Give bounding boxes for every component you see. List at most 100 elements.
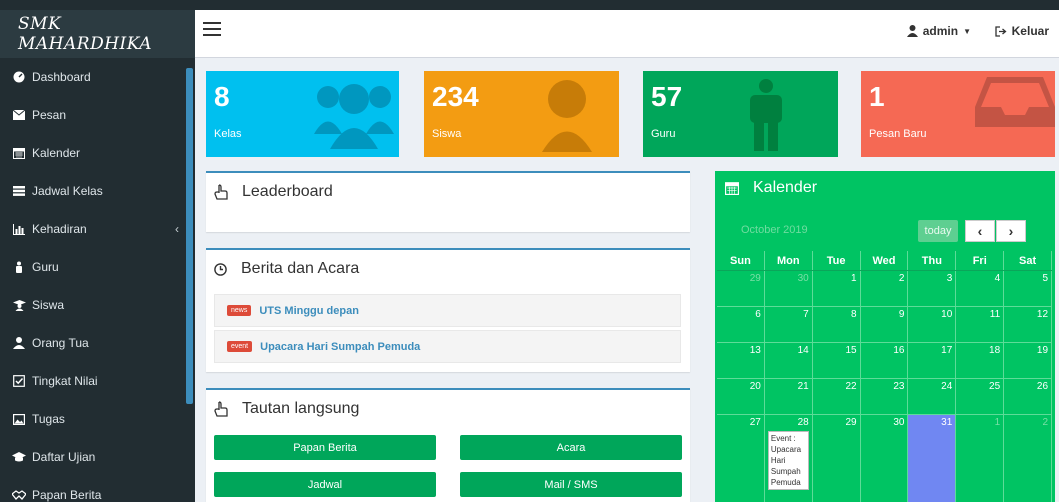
sidebar-item-papan-berita[interactable]: Papan Berita <box>0 476 195 502</box>
calendar-week: 20 21 22 23 24 25 26 <box>717 379 1053 415</box>
next-month-button[interactable]: › <box>996 220 1026 242</box>
stat-box-pesan-baru[interactable]: 1 Pesan Baru <box>861 71 1055 157</box>
calendar-day[interactable]: 2 <box>861 271 909 306</box>
user-icon <box>906 25 918 37</box>
top-strip <box>0 0 1059 10</box>
calendar-day[interactable]: 21 <box>765 379 813 414</box>
day-number: 30 <box>893 417 905 428</box>
calendar-day[interactable]: 16 <box>861 343 909 378</box>
calendar-day[interactable]: 3 <box>908 271 957 306</box>
weekday-label: Tue <box>813 251 861 270</box>
calendar-day[interactable]: 30 <box>765 271 813 306</box>
calendar-day[interactable]: 23 <box>861 379 909 414</box>
prev-month-button[interactable]: ‹ <box>965 220 995 242</box>
calendar-day[interactable]: 18 <box>956 343 1005 378</box>
calendar-day-today[interactable]: 31 <box>908 415 957 502</box>
calendar-day[interactable]: 19 <box>1004 343 1053 378</box>
calendar-day[interactable]: 25 <box>956 379 1005 414</box>
day-number: 23 <box>893 381 905 392</box>
news-title: Berita dan Acara <box>241 260 360 277</box>
calendar-day[interactable]: 27 <box>717 415 765 502</box>
papan-berita-button[interactable]: Papan Berita <box>214 435 436 460</box>
calendar-day[interactable]: 7 <box>765 307 813 342</box>
calendar-day[interactable]: 1 <box>813 271 861 306</box>
calendar-day[interactable]: 20 <box>717 379 765 414</box>
sidebar-item-kalender[interactable]: Kalender <box>0 134 195 172</box>
stat-value: 234 <box>432 81 479 112</box>
news-link[interactable]: UTS Minggu depan <box>259 305 359 317</box>
calendar-day[interactable]: 22 <box>813 379 861 414</box>
weekday-label: Sun <box>717 251 765 270</box>
sidebar-item-pesan[interactable]: Pesan <box>0 96 195 134</box>
news-item[interactable]: event Upacara Hari Sumpah Pemuda <box>214 330 681 363</box>
calendar-day[interactable]: 17 <box>908 343 957 378</box>
calendar-day[interactable]: 24 <box>908 379 957 414</box>
sidebar-item-label: Dashboard <box>32 70 91 84</box>
user-menu[interactable]: admin ▼ <box>906 24 971 38</box>
day-number: 20 <box>749 381 761 392</box>
calendar-day[interactable]: 11 <box>956 307 1005 342</box>
calendar-day[interactable]: 8 <box>813 307 861 342</box>
stat-label: Siswa <box>432 128 462 140</box>
calendar-day[interactable]: 2 <box>1004 415 1053 502</box>
news-item[interactable]: news UTS Minggu depan <box>214 294 681 327</box>
day-number: 4 <box>994 273 1001 284</box>
day-number: 12 <box>1036 309 1049 320</box>
calendar-day[interactable]: 12 <box>1004 307 1053 342</box>
leaderboard-title: Leaderboard <box>242 183 333 200</box>
weekday-label: Mon <box>765 251 813 270</box>
sidebar-item-tingkat-nilai[interactable]: Tingkat Nilai <box>0 362 195 400</box>
acara-button[interactable]: Acara <box>460 435 682 460</box>
user-icon <box>542 80 592 152</box>
calendar-day[interactable]: 1 <box>956 415 1005 502</box>
chevron-left-icon[interactable]: ‹ <box>175 222 179 236</box>
day-number: 29 <box>749 273 761 284</box>
day-number: 18 <box>989 345 1001 356</box>
stat-box-kelas[interactable]: 8 Kelas <box>206 71 399 157</box>
calendar-day[interactable]: 4 <box>956 271 1005 306</box>
day-number: 1 <box>994 417 1001 428</box>
sidebar-item-guru[interactable]: Guru <box>0 248 195 286</box>
stat-label: Pesan Baru <box>869 128 927 140</box>
brand-logo[interactable]: SMK MAHARDHIKA <box>0 10 195 58</box>
menu-toggle-icon[interactable] <box>203 22 221 38</box>
sidebar-scrollbar[interactable] <box>186 68 193 404</box>
sidebar-item-dashboard[interactable]: Dashboard <box>0 58 195 96</box>
calendar-day[interactable]: 30 <box>861 415 909 502</box>
sidebar-item-jadwal-kelas[interactable]: Jadwal Kelas <box>0 172 195 210</box>
news-link[interactable]: Upacara Hari Sumpah Pemuda <box>260 341 420 353</box>
day-number: 2 <box>898 273 905 284</box>
calendar-day[interactable]: 26 <box>1004 379 1053 414</box>
calendar-day[interactable]: 6 <box>717 307 765 342</box>
calendar-day[interactable]: 28 Event : Upacara Hari Sumpah Pemuda <box>765 415 813 502</box>
today-button[interactable]: today <box>918 220 958 242</box>
jadwal-button[interactable]: Jadwal <box>214 472 436 497</box>
calendar-day[interactable]: 15 <box>813 343 861 378</box>
sidebar-item-tugas[interactable]: Tugas <box>0 400 195 438</box>
calendar-day[interactable]: 10 <box>908 307 957 342</box>
calendar-day[interactable]: 5 <box>1004 271 1053 306</box>
sidebar-item-orang-tua[interactable]: Orang Tua <box>0 324 195 362</box>
sidebar-item-daftar-ujian[interactable]: Daftar Ujian <box>0 438 195 476</box>
stat-box-siswa[interactable]: 234 Siswa <box>424 71 619 157</box>
sidebar-item-kehadiran[interactable]: Kehadiran ‹ <box>0 210 195 248</box>
logout-link[interactable]: Keluar <box>994 24 1049 38</box>
sign-out-icon <box>994 25 1007 37</box>
calendar-day[interactable]: 14 <box>765 343 813 378</box>
hand-pointer-icon <box>214 184 228 200</box>
sidebar-item-label: Papan Berita <box>32 488 102 502</box>
weekday-label: Thu <box>908 251 957 270</box>
weekday-label: Wed <box>861 251 909 270</box>
leaderboard-panel: Leaderboard <box>206 171 690 232</box>
calendar-day[interactable]: 29 <box>813 415 861 502</box>
chevron-right-icon: › <box>1008 223 1014 239</box>
chevron-left-icon: ‹ <box>977 223 983 239</box>
calendar-day[interactable]: 29 <box>717 271 765 306</box>
day-number: 13 <box>749 345 761 356</box>
mail-sms-button[interactable]: Mail / SMS <box>460 472 682 497</box>
calendar-day[interactable]: 13 <box>717 343 765 378</box>
calendar-event[interactable]: Event : Upacara Hari Sumpah Pemuda <box>767 431 809 490</box>
sidebar-item-siswa[interactable]: Siswa <box>0 286 195 324</box>
calendar-day[interactable]: 9 <box>861 307 909 342</box>
stat-box-guru[interactable]: 57 Guru <box>643 71 838 157</box>
